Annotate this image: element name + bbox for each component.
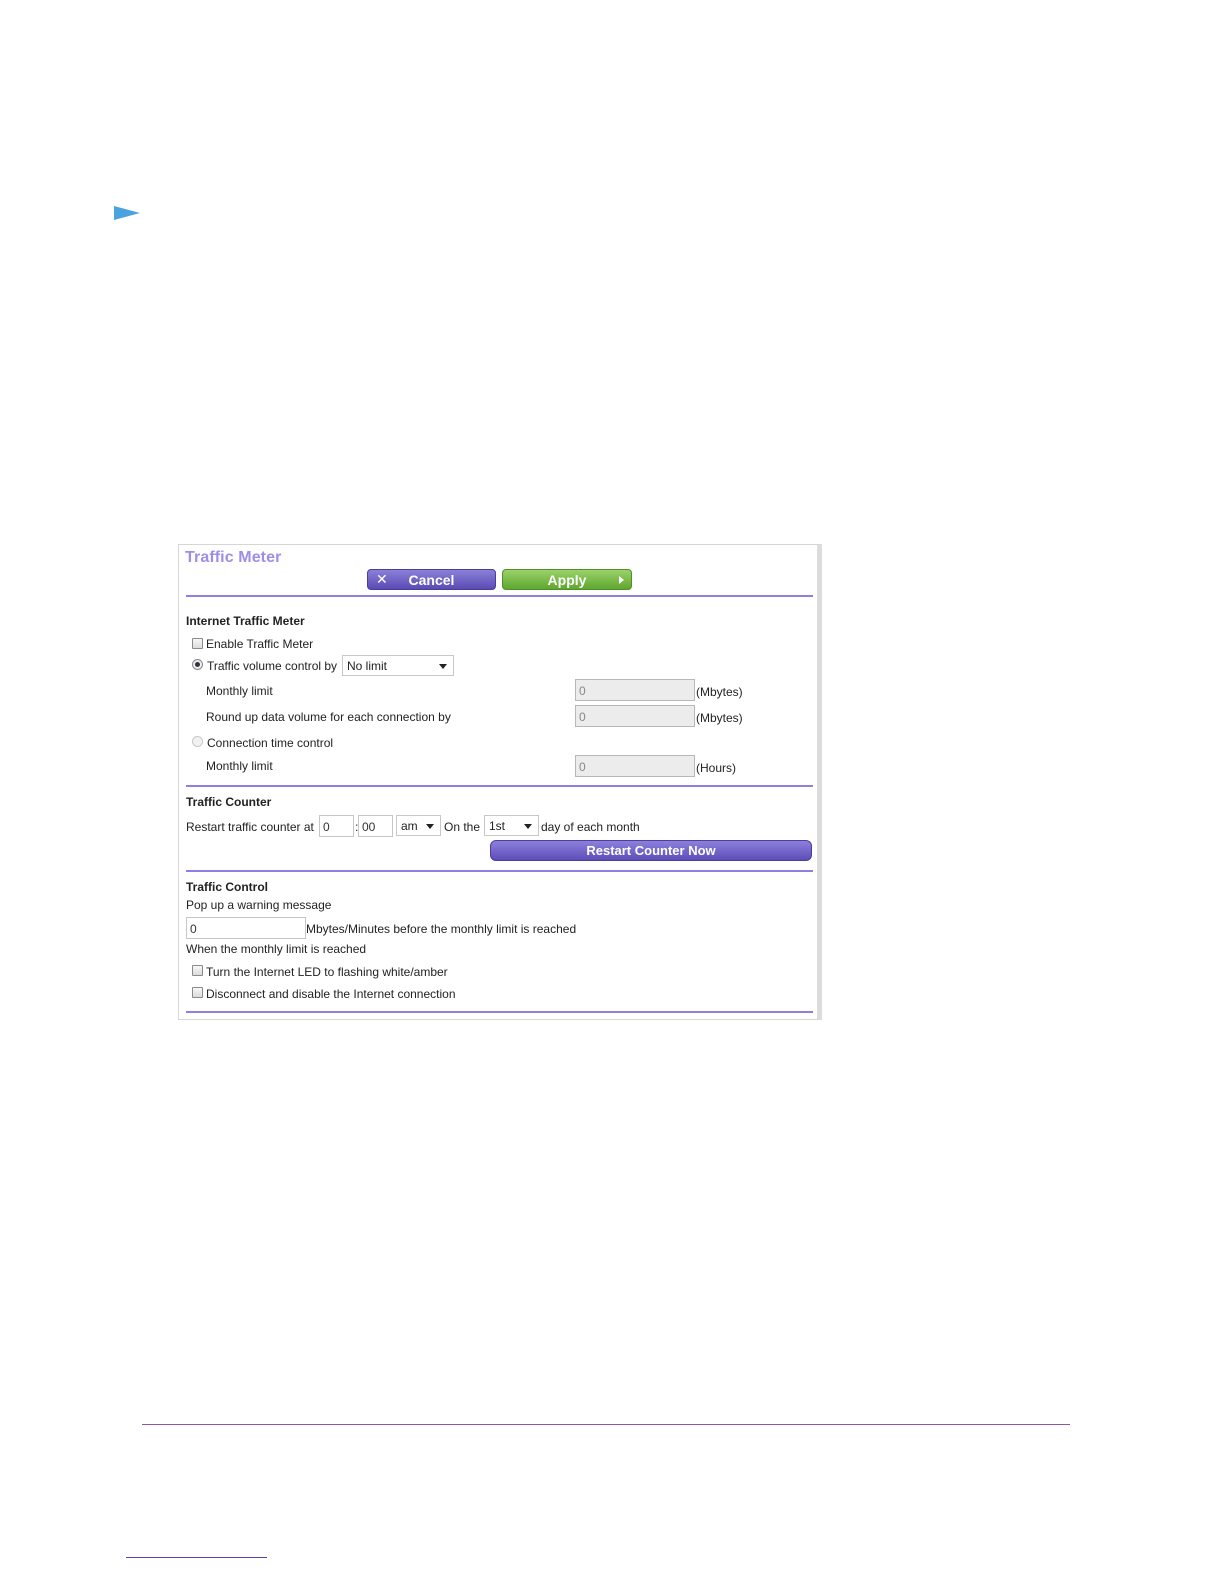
page-title: Traffic Meter <box>185 549 282 566</box>
disconnect-label: Disconnect and disable the Internet conn… <box>206 987 456 1001</box>
apply-button[interactable]: Apply <box>502 569 632 590</box>
led-flashing-checkbox[interactable] <box>192 965 203 976</box>
traffic-volume-label: Traffic volume control by <box>207 659 338 673</box>
restart-counter-label: Restart traffic counter at <box>186 820 314 834</box>
disconnect-checkbox[interactable] <box>192 987 203 998</box>
when-limit-reached-label: When the monthly limit is reached <box>186 942 367 956</box>
popup-warning-suffix: Mbytes/Minutes before the monthly limit … <box>306 922 577 936</box>
day-suffix-label: day of each month <box>541 820 640 834</box>
traffic-volume-radio[interactable] <box>192 659 203 670</box>
footer-divider <box>142 1424 1070 1425</box>
day-select-value: 1st <box>489 819 506 833</box>
enable-traffic-meter-checkbox[interactable] <box>192 638 203 649</box>
chevron-down-icon <box>524 824 532 829</box>
led-flashing-label: Turn the Internet LED to flashing white/… <box>206 965 448 979</box>
chevron-down-icon <box>426 824 434 829</box>
cancel-label: Cancel <box>408 572 455 588</box>
section-heading-traffic-control: Traffic Control <box>186 880 269 894</box>
on-the-label: On the <box>444 820 481 834</box>
section-heading-internet-traffic-meter: Internet Traffic Meter <box>186 614 305 628</box>
popup-warning-label: Pop up a warning message <box>186 898 332 912</box>
footer-link-underline <box>126 1557 267 1558</box>
divider <box>186 785 813 787</box>
restart-hour-input[interactable]: 0 <box>319 815 354 837</box>
ampm-select-value: am <box>401 819 418 833</box>
play-arrow-icon <box>619 576 624 584</box>
divider <box>186 1011 813 1013</box>
popup-warning-input[interactable]: 0 <box>186 917 306 939</box>
enable-traffic-meter-label: Enable Traffic Meter <box>206 637 314 651</box>
restart-counter-button[interactable]: Restart Counter Now <box>490 840 812 861</box>
cancel-button[interactable]: ✕ Cancel <box>367 569 496 590</box>
monthly-limit-label: Monthly limit <box>206 684 273 698</box>
connection-time-radio[interactable] <box>192 736 203 747</box>
monthly-limit-input[interactable]: 0 <box>575 679 695 701</box>
round-up-label: Round up data volume for each connection… <box>206 710 451 724</box>
round-up-unit: (Mbytes) <box>696 711 743 725</box>
chevron-down-icon <box>439 664 447 669</box>
traffic-volume-select[interactable]: No limit <box>342 655 454 676</box>
monthly-limit-unit: (Mbytes) <box>696 685 743 699</box>
round-up-input[interactable]: 0 <box>575 705 695 727</box>
divider <box>186 870 813 872</box>
ampm-select[interactable]: am <box>396 815 441 836</box>
apply-label: Apply <box>547 572 587 588</box>
section-heading-traffic-counter: Traffic Counter <box>186 795 272 809</box>
time-monthly-limit-unit: (Hours) <box>696 761 737 775</box>
connection-time-label: Connection time control <box>207 736 334 750</box>
time-monthly-limit-label: Monthly limit <box>206 759 273 773</box>
traffic-volume-select-value: No limit <box>347 659 388 673</box>
restart-minute-input[interactable]: 00 <box>358 815 393 837</box>
divider <box>186 595 813 597</box>
step-arrow-icon <box>114 206 140 220</box>
time-monthly-limit-input[interactable]: 0 <box>575 755 695 777</box>
day-select[interactable]: 1st <box>484 815 539 836</box>
traffic-meter-screenshot: Traffic Meter ✕ Cancel Apply Internet Tr… <box>178 544 822 1020</box>
